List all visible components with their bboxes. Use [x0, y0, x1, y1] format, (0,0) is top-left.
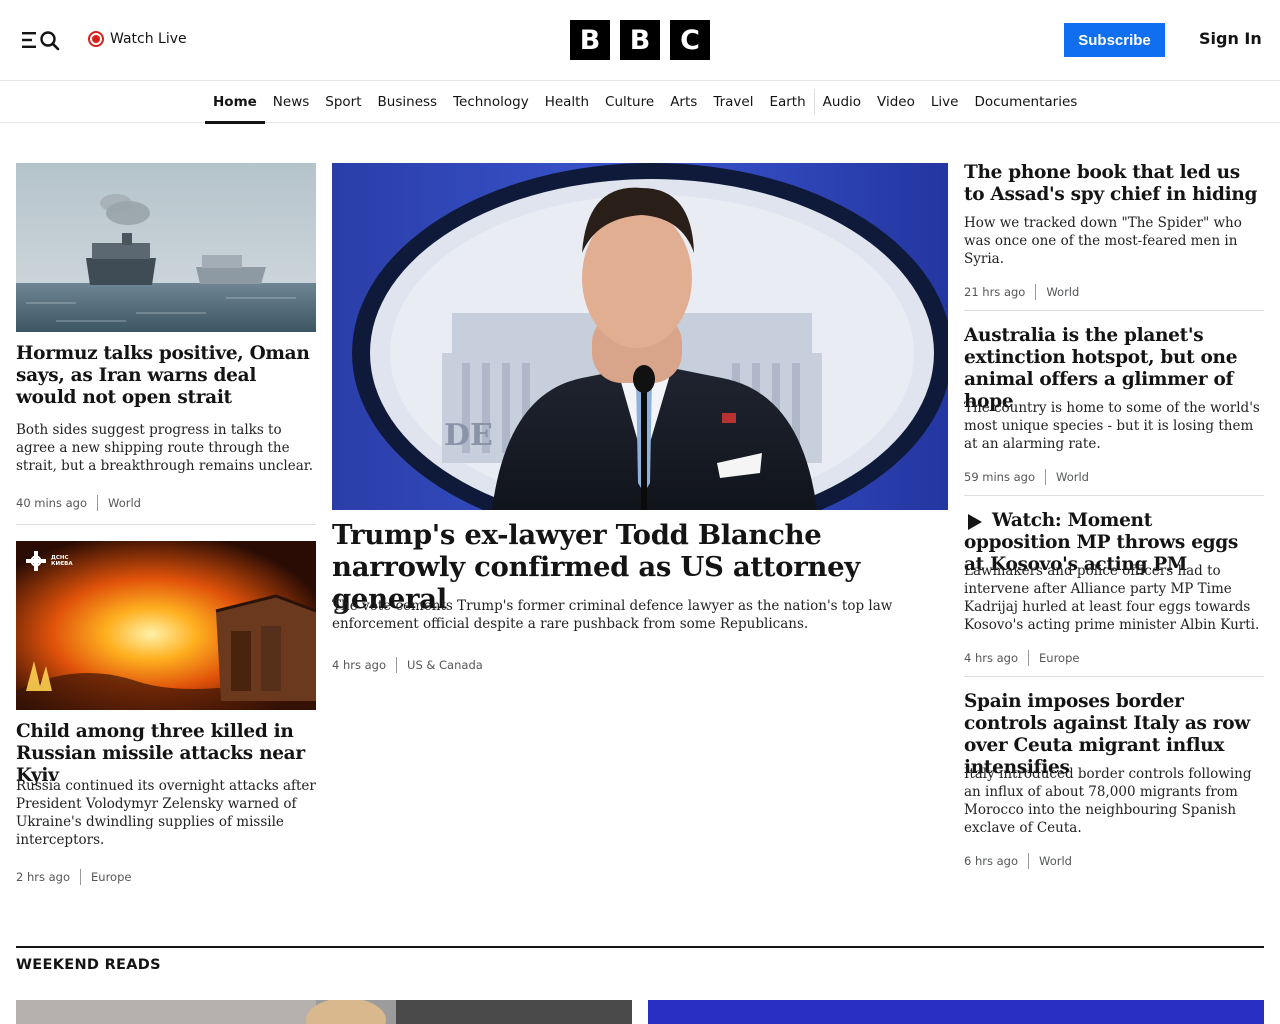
nav-item-live[interactable]: Live — [923, 81, 967, 123]
emblem-icon — [26, 551, 46, 571]
story-time: 4 hrs ago — [964, 651, 1019, 665]
story-meta: 6 hrs ago World — [964, 853, 1072, 869]
todd-blanche-image[interactable]: DE — [332, 163, 948, 510]
story-summary: Lawmakers and police officers had to int… — [964, 563, 1260, 633]
seal-text: DE — [444, 418, 493, 453]
sign-in-link[interactable]: Sign In — [1199, 29, 1262, 48]
nav-item-audio[interactable]: Audio — [815, 81, 869, 123]
story-time: 2 hrs ago — [16, 870, 71, 884]
lead-story-summary: The vote cements Trump's former criminal… — [332, 598, 893, 632]
story-section[interactable]: Europe — [91, 870, 131, 884]
divider — [964, 495, 1264, 496]
divider — [964, 310, 1264, 311]
story-section[interactable]: US & Canada — [407, 658, 483, 672]
story-title[interactable]: Hormuz talks positive, Oman says, as Ira… — [16, 343, 316, 409]
story-summary: The country is home to some of the world… — [964, 400, 1260, 452]
divider — [964, 676, 1264, 677]
story-time: 21 hrs ago — [964, 285, 1026, 299]
nav-item-sport[interactable]: Sport — [317, 81, 369, 123]
kyiv-fire-image[interactable]: ДСНС КИЄВА — [16, 541, 316, 710]
nav-item-business[interactable]: Business — [370, 81, 446, 123]
story-title[interactable]: The phone book that led us to Assad's sp… — [964, 162, 1264, 206]
main-nav: Home News Sport Business Technology Heal… — [0, 81, 1280, 124]
story-time: 59 mins ago — [964, 470, 1036, 484]
story-time: 6 hrs ago — [964, 854, 1019, 868]
subscribe-button[interactable]: Subscribe — [1064, 23, 1165, 57]
live-icon — [88, 31, 104, 47]
story-section[interactable]: World — [1039, 854, 1072, 868]
story-time: 4 hrs ago — [332, 658, 387, 672]
story-time: 40 mins ago — [16, 496, 88, 510]
logo-letter: B — [620, 20, 660, 60]
story-meta: 21 hrs ago World — [964, 284, 1079, 300]
weekend-read-image[interactable] — [16, 1000, 632, 1024]
menu-search-icon — [22, 31, 60, 51]
site-header: Watch Live B B C Subscribe Sign In — [0, 0, 1280, 81]
bbc-logo[interactable]: B B C — [570, 20, 710, 60]
story-meta: 4 hrs ago Europe — [964, 650, 1079, 666]
nav-item-news[interactable]: News — [265, 81, 317, 123]
logo-letter: C — [670, 20, 710, 60]
watermark-text: ДСНС КИЄВА — [51, 555, 73, 567]
watch-live-label: Watch Live — [110, 31, 187, 47]
story-summary: Both sides suggest progress in talks to … — [16, 422, 313, 474]
play-icon — [968, 514, 982, 530]
nav-item-culture[interactable]: Culture — [597, 81, 662, 123]
nav-item-health[interactable]: Health — [537, 81, 597, 123]
section-title-weekend-reads: WEEKEND READS — [16, 957, 161, 973]
story-summary: How we tracked down "The Spider" who was… — [964, 215, 1242, 267]
image-watermark: ДСНС КИЄВА — [25, 550, 79, 572]
story-meta: 59 mins ago World — [964, 469, 1089, 485]
nav-item-video[interactable]: Video — [869, 81, 923, 123]
nav-item-earth[interactable]: Earth — [761, 81, 813, 123]
nav-item-travel[interactable]: Travel — [705, 81, 761, 123]
story-section[interactable]: World — [108, 496, 141, 510]
story-meta: 4 hrs ago US & Canada — [332, 657, 483, 673]
divider — [16, 524, 316, 525]
nav-item-documentaries[interactable]: Documentaries — [966, 81, 1085, 123]
hormuz-ships-image[interactable] — [16, 163, 316, 332]
menu-search-button[interactable] — [20, 28, 62, 52]
watch-live-link[interactable]: Watch Live — [88, 28, 187, 50]
story-section[interactable]: Europe — [1039, 651, 1079, 665]
story-meta: 2 hrs ago Europe — [16, 869, 131, 885]
nav-item-technology[interactable]: Technology — [445, 81, 537, 123]
story-section[interactable]: World — [1056, 470, 1089, 484]
nav-item-home[interactable]: Home — [205, 81, 265, 124]
weekend-read-image[interactable] — [648, 1000, 1264, 1024]
story-summary: Italy introduced border controls followi… — [964, 766, 1252, 836]
story-section[interactable]: World — [1046, 285, 1079, 299]
story-meta: 40 mins ago World — [16, 495, 141, 511]
section-rule — [16, 946, 1264, 948]
logo-letter: B — [570, 20, 610, 60]
story-summary: Russia continued its overnight attacks a… — [16, 778, 316, 848]
nav-item-arts[interactable]: Arts — [662, 81, 705, 123]
